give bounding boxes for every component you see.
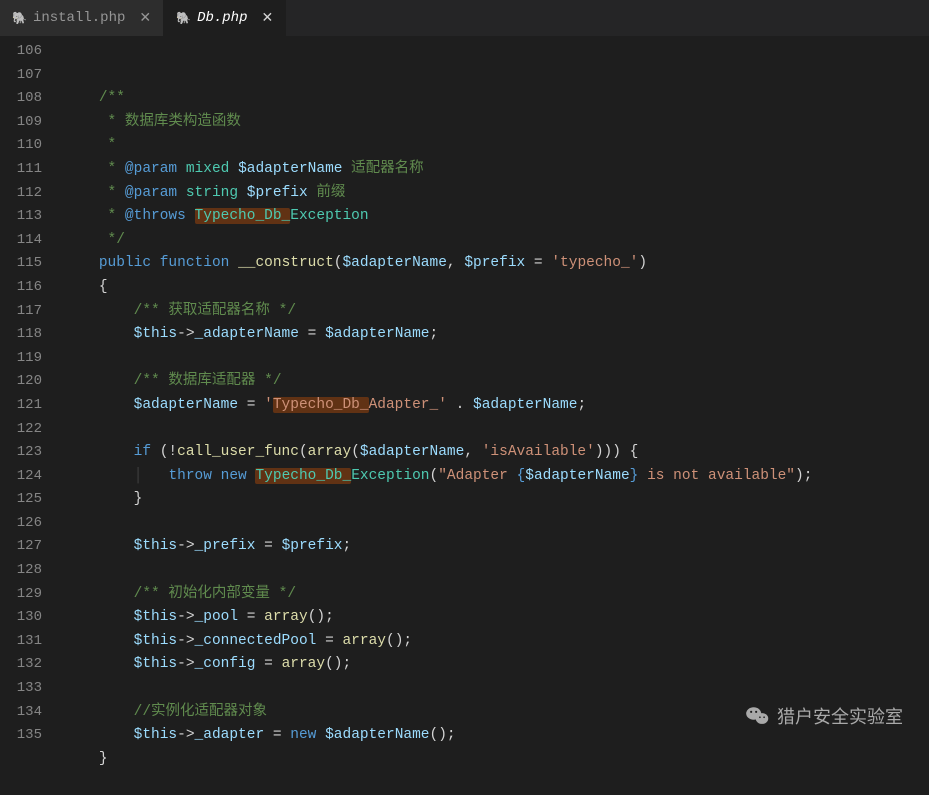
line-number: 114: [0, 229, 64, 253]
php-icon: 🐘: [176, 11, 191, 26]
line-number: 133: [0, 677, 64, 701]
line-number: 116: [0, 276, 64, 300]
line-number: 117: [0, 300, 64, 324]
code-line: * @throws Typecho_Db_Exception: [64, 208, 369, 224]
code-line: * @param mixed $adapterName 适配器名称: [64, 161, 424, 177]
code-line: /** 数据库适配器 */: [64, 373, 282, 389]
code-line: $adapterName = 'Typecho_Db_Adapter_' . $…: [64, 397, 586, 413]
code-line: /** 获取适配器名称 */: [64, 303, 296, 319]
code-line: $this->_config = array();: [64, 656, 351, 672]
line-number: 122: [0, 418, 64, 442]
php-icon: 🐘: [12, 11, 27, 26]
code-line: public function __construct($adapterName…: [64, 255, 647, 271]
line-number-gutter: 1061071081091101111121131141151161171181…: [0, 36, 64, 751]
line-number: 134: [0, 701, 64, 725]
line-number: 106: [0, 40, 64, 64]
code-line: {: [64, 279, 108, 295]
code-line: $this->_pool = array();: [64, 609, 334, 625]
code-line: $this->_adapter = new $adapterName();: [64, 727, 456, 743]
code-line: $this->_adapterName = $adapterName;: [64, 326, 438, 342]
line-number: 128: [0, 559, 64, 583]
code-line: /**: [64, 90, 125, 106]
line-number: 107: [0, 64, 64, 88]
line-number: 129: [0, 583, 64, 607]
watermark: 猎户安全实验室: [745, 703, 903, 729]
line-number: 112: [0, 182, 64, 206]
code-line: if (!call_user_func(array($adapterName, …: [64, 444, 638, 460]
line-number: 115: [0, 252, 64, 276]
line-number: 110: [0, 134, 64, 158]
code-editor[interactable]: 1061071081091101111121131141151161171181…: [0, 36, 929, 751]
wechat-icon: [745, 706, 769, 726]
line-number: 126: [0, 512, 64, 536]
code-line: */: [64, 232, 125, 248]
code-line: *: [64, 137, 116, 153]
line-number: 111: [0, 158, 64, 182]
code-line: }: [64, 751, 108, 767]
line-number: 121: [0, 394, 64, 418]
code-line: │ throw new Typecho_Db_Exception("Adapte…: [64, 468, 812, 484]
code-line: }: [64, 491, 142, 507]
line-number: 125: [0, 488, 64, 512]
code-line: * 数据库类构造函数: [64, 114, 241, 130]
code-area[interactable]: /** * 数据库类构造函数 * * @param mixed $adapter…: [64, 36, 929, 751]
line-number: 119: [0, 347, 64, 371]
line-number: 130: [0, 606, 64, 630]
code-line: $this->_prefix = $prefix;: [64, 538, 351, 554]
line-number: 124: [0, 465, 64, 489]
line-number: 120: [0, 370, 64, 394]
editor-tabs: 🐘 install.php ✕ 🐘 Db.php ✕: [0, 0, 929, 36]
tab-label: install.php: [33, 10, 125, 26]
tab-db-php[interactable]: 🐘 Db.php ✕: [164, 0, 286, 36]
line-number: 108: [0, 87, 64, 111]
code-line: * @param string $prefix 前缀: [64, 185, 345, 201]
line-number: 118: [0, 323, 64, 347]
line-number: 132: [0, 653, 64, 677]
line-number: 113: [0, 205, 64, 229]
line-number: 123: [0, 441, 64, 465]
tab-label: Db.php: [197, 10, 247, 26]
line-number: 131: [0, 630, 64, 654]
line-number: 127: [0, 535, 64, 559]
code-line: /** 初始化内部变量 */: [64, 586, 296, 602]
line-number: 135: [0, 724, 64, 748]
close-icon[interactable]: ✕: [261, 10, 273, 27]
close-icon[interactable]: ✕: [139, 10, 151, 27]
code-line: $this->_connectedPool = array();: [64, 633, 412, 649]
code-line: //实例化适配器对象: [64, 704, 267, 720]
watermark-text: 猎户安全实验室: [777, 703, 903, 729]
line-number: 109: [0, 111, 64, 135]
tab-install-php[interactable]: 🐘 install.php ✕: [0, 0, 164, 36]
